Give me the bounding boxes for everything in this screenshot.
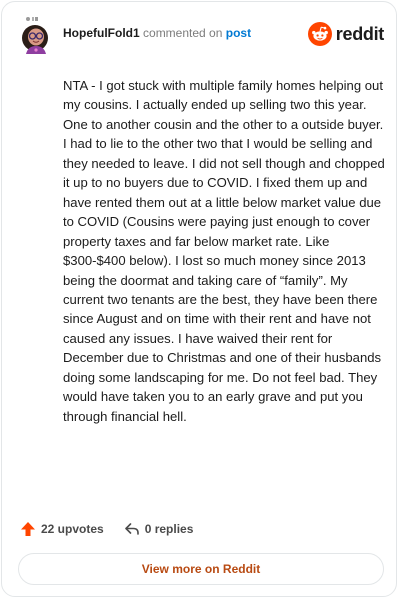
upvote-button[interactable]: 22 upvotes: [20, 521, 104, 537]
post-link[interactable]: post: [226, 26, 251, 40]
reply-count: 0 replies: [144, 522, 194, 536]
reply-arrow-icon: [124, 523, 139, 535]
upvote-count: 22 upvotes: [41, 522, 104, 536]
comment-action-text: commented on: [143, 26, 223, 40]
username-link[interactable]: HopefulFold1: [63, 26, 140, 40]
reddit-logo-icon: [307, 22, 332, 46]
upvote-arrow-icon: [21, 522, 35, 536]
reply-button[interactable]: 0 replies: [124, 521, 194, 537]
comment-header: HopefulFold1 commented on post reddit: [20, 16, 386, 54]
comment-meta: HopefulFold1 commented on post: [63, 26, 251, 40]
view-more-button[interactable]: View more on Reddit: [18, 553, 384, 585]
comment-card: HopefulFold1 commented on post reddit NT…: [1, 1, 397, 597]
comment-actions: 22 upvotes 0 replies: [20, 520, 193, 538]
reddit-wordmark: reddit: [335, 23, 385, 44]
user-avatar[interactable]: [20, 16, 54, 54]
reddit-brand[interactable]: reddit: [307, 22, 385, 46]
comment-body: NTA - I got stuck with multiple family h…: [63, 78, 385, 424]
